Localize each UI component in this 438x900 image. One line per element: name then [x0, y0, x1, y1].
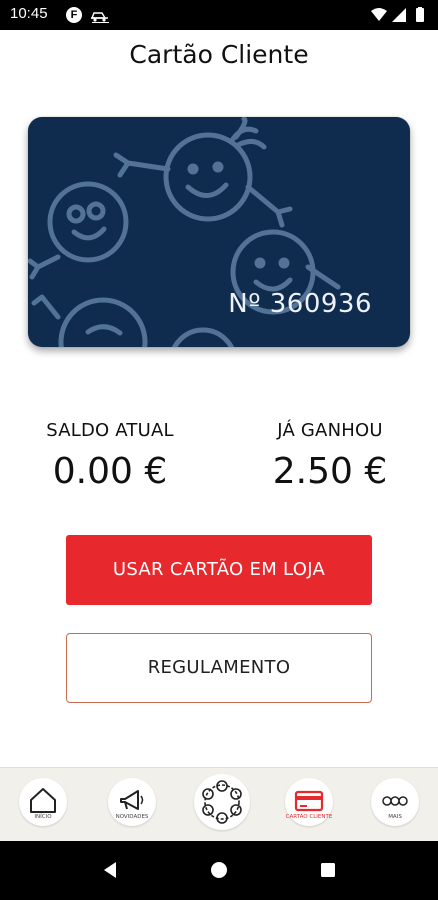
status-right-icons: [371, 7, 424, 22]
nav-item-home-logo[interactable]: [194, 774, 250, 830]
signal-icon: [392, 8, 406, 22]
nav-item-more[interactable]: MAIS: [371, 778, 419, 826]
status-bar: 10:45 F: [0, 0, 438, 30]
nav-label-more: MAIS: [388, 814, 402, 820]
back-icon[interactable]: [100, 860, 120, 880]
wifi-icon: [371, 8, 387, 21]
rules-button[interactable]: REGULAMENTO: [66, 633, 372, 703]
faces-logo-icon: [202, 780, 242, 824]
current-balance: SALDO ATUAL 0.00 €: [30, 420, 190, 492]
nav-label-customer-card: CARTÃO CLIENTE: [285, 814, 333, 820]
battery-icon: [416, 8, 424, 22]
earned-balance-value: 2.50 €: [272, 451, 388, 492]
card-number: Nº 360936: [228, 289, 372, 319]
system-nav-bar: [0, 841, 438, 900]
nav-label-home: INÍCIO: [34, 814, 52, 820]
page-title: Cartão Cliente: [129, 40, 309, 69]
app-notification-icon: F: [66, 7, 82, 23]
nav-item-customer-card[interactable]: CARTÃO CLIENTE: [285, 778, 333, 826]
current-balance-value: 0.00 €: [52, 451, 168, 492]
home-circle-icon[interactable]: [209, 860, 229, 880]
use-card-in-store-button[interactable]: USAR CARTÃO EM LOJA: [66, 535, 372, 605]
current-balance-label: SALDO ATUAL: [46, 420, 174, 441]
loyalty-card[interactable]: Nº 360936: [28, 117, 410, 347]
recents-icon[interactable]: [318, 860, 338, 880]
earned-balance: JÁ GANHOU 2.50 €: [250, 420, 410, 492]
car-icon: [90, 12, 109, 23]
nav-item-news[interactable]: NOVIDADES: [108, 778, 156, 826]
status-time: 10:45: [10, 5, 48, 22]
nav-label-news: NOVIDADES: [115, 814, 149, 820]
earned-balance-label: JÁ GANHOU: [277, 420, 383, 441]
bottom-nav: INÍCIO NOVIDADES CARTÃO CLIENTE MAIS: [0, 767, 438, 841]
nav-item-home[interactable]: INÍCIO: [19, 778, 67, 826]
